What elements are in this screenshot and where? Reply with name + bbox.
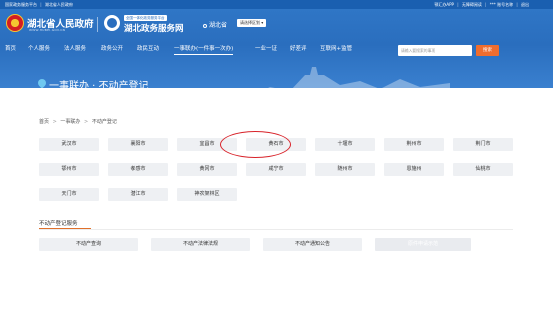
service-logo-icon (104, 15, 120, 31)
city-button-ezhou[interactable]: 鄂州市 (39, 163, 99, 176)
service-button-property-notice[interactable]: 不动产通知公告 (263, 238, 362, 251)
breadcrumb-home[interactable]: 首页 (39, 119, 49, 125)
national-platform-link[interactable]: 国家政务服务平台 (5, 2, 37, 7)
nav-rating[interactable]: 好差评 (290, 44, 307, 54)
highlight-circle-annotation (220, 131, 291, 158)
app-link[interactable]: 鄂汇办APP (434, 2, 454, 7)
search-button[interactable]: 搜索 (476, 45, 499, 56)
service-button-property-query[interactable]: 不动产查询 (39, 238, 138, 251)
accessibility-link[interactable]: 无障碍阅读 (462, 2, 482, 7)
location-icon (203, 23, 207, 28)
search-input[interactable]: 请输入要搜索的事项 (398, 45, 472, 56)
landmark-silhouette-icon (268, 67, 450, 88)
nav-corporate-services[interactable]: 法人服务 (64, 44, 86, 54)
hubei-gov-link[interactable]: 湖北省人民政府 (45, 2, 73, 7)
logout-link[interactable]: 退出 (521, 2, 529, 7)
nav-gov-affairs[interactable]: 政务公开 (101, 44, 123, 54)
breadcrumb: 首页 > 一事联办 > 不动产登记 (39, 119, 117, 125)
nav-interaction[interactable]: 政民互动 (137, 44, 159, 54)
city-button-xiangyang[interactable]: 襄阳市 (108, 138, 168, 151)
service-button-property-law[interactable]: 不动产法律法规 (151, 238, 250, 251)
banner-title: 一事联办 · 不动产登记 (49, 81, 149, 88)
nav-personal-services[interactable]: 个人服务 (28, 44, 50, 54)
breadcrumb-one-thing[interactable]: 一事联办 (60, 119, 80, 125)
city-button-qianjiang[interactable]: 潜江市 (108, 188, 168, 201)
city-button-jingmen[interactable]: 荆门市 (453, 138, 513, 151)
breadcrumb-current: 不动产登记 (91, 119, 117, 125)
current-region: 湖北省 (203, 20, 227, 29)
nav-one-thing-service[interactable]: 一事联办(一件事一次办) (174, 44, 234, 55)
service-button-original-application[interactable]: 原件申请示范 (375, 238, 471, 251)
header-divider (97, 17, 98, 32)
service-site-name[interactable]: 湖北政务服务网 (124, 22, 184, 34)
nav-home[interactable]: 首页 (5, 44, 16, 54)
section-title: 不动产登记服务 (39, 221, 78, 227)
city-button-xiantao[interactable]: 仙桃市 (453, 163, 513, 176)
top-utility-bar: 国家政务服务平台 | 湖北省人民政府 鄂汇办APP | 无障碍阅读 | *** … (0, 0, 553, 9)
city-button-jingzhou[interactable]: 荆州市 (384, 138, 444, 151)
topbar-left: 国家政务服务平台 | 湖北省人民政府 (5, 2, 73, 7)
city-button-suizhou[interactable]: 随州市 (315, 163, 375, 176)
city-button-xianning[interactable]: 咸宁市 (246, 163, 306, 176)
city-button-enshi[interactable]: 恩施州 (384, 163, 444, 176)
section-divider (39, 229, 513, 230)
region-select[interactable]: 请选择区划 ▾ (237, 19, 267, 27)
topbar-right: 鄂汇办APP | 无障碍阅读 | *** 账号名称 | 退出 (434, 2, 529, 7)
national-emblem-icon (6, 14, 24, 32)
city-button-wuhan[interactable]: 武汉市 (39, 138, 99, 151)
city-button-huanggang[interactable]: 黄冈市 (177, 163, 237, 176)
section-title-underline (39, 228, 91, 229)
city-button-tianmen[interactable]: 天门市 (39, 188, 99, 201)
nav-supervision[interactable]: 互联网+监管 (320, 44, 352, 54)
service-platform-tag: 全国一体化政务服务平台 (124, 15, 167, 21)
location-pin-icon (36, 77, 48, 88)
city-button-shiyan[interactable]: 十堰市 (315, 138, 375, 151)
nav-one-license[interactable]: 一业一证 (255, 44, 277, 54)
city-button-shennongjia[interactable]: 神农架林区 (177, 188, 237, 201)
user-account-link[interactable]: *** 账号名称 (490, 2, 513, 7)
site-header: 湖北省人民政府 WWW.HUBEI.GOV.CN 全国一体化政务服务平台 湖北政… (0, 9, 553, 88)
city-button-xiaogan[interactable]: 孝感市 (108, 163, 168, 176)
gov-url: WWW.HUBEI.GOV.CN (29, 28, 66, 32)
